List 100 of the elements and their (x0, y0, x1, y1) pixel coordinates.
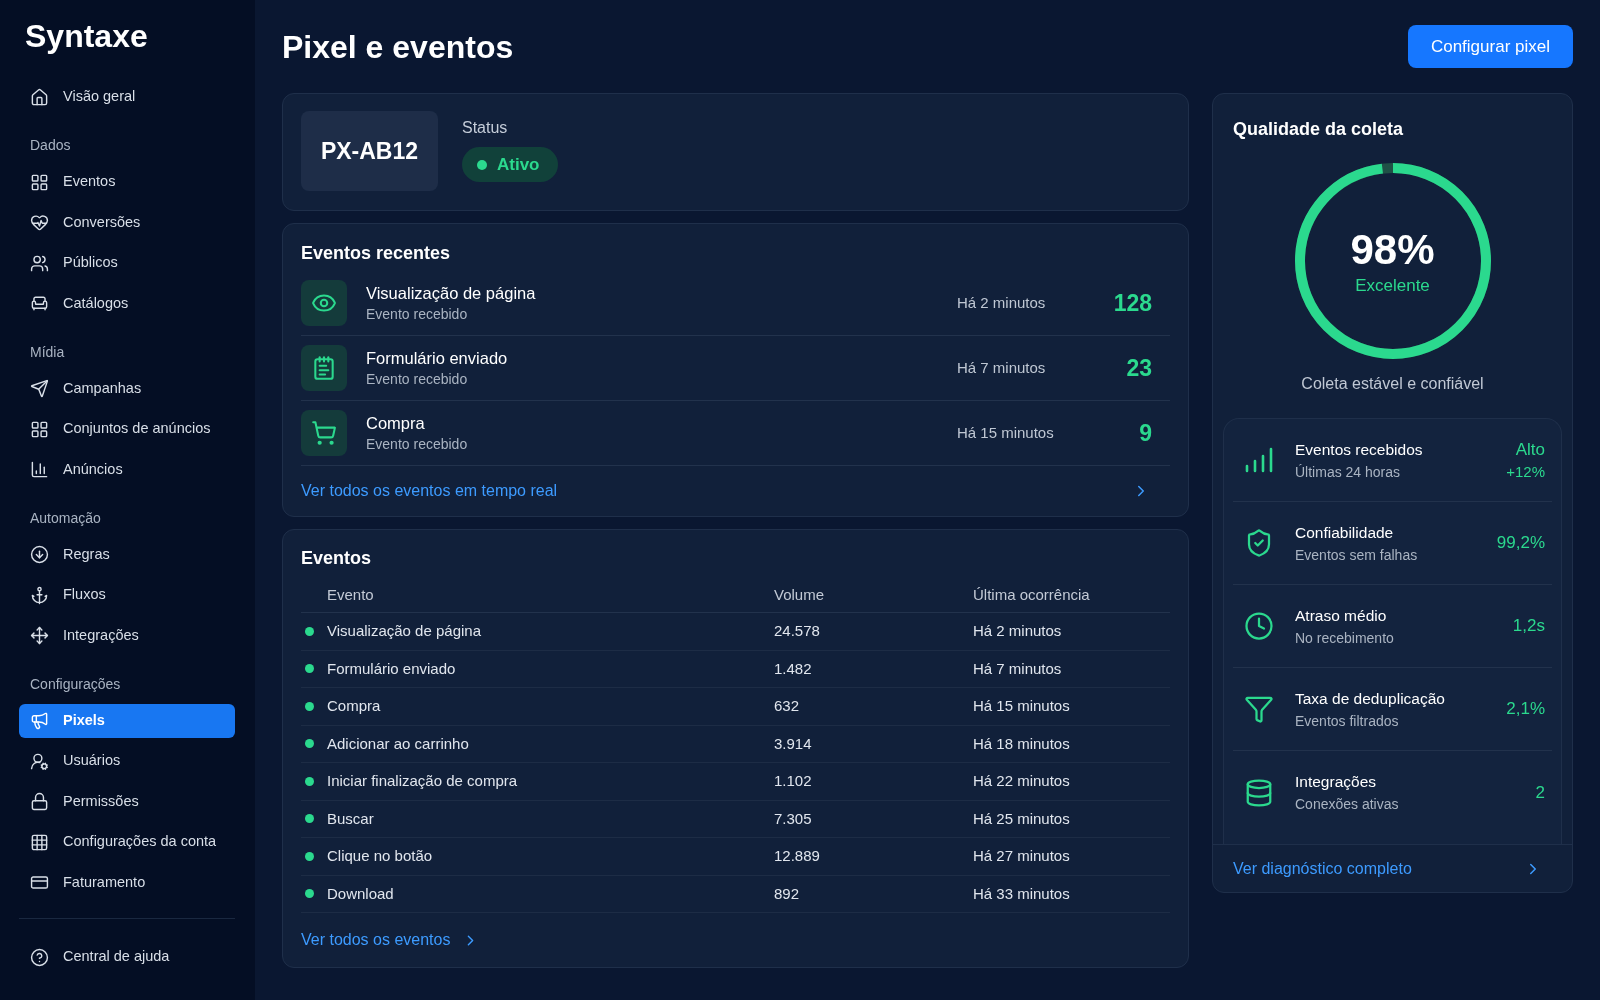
sidebar-item[interactable]: Conjuntos de anúncios (19, 412, 235, 446)
sidebar-item[interactable]: Pixels (19, 703, 235, 738)
metric-title: Integrações (1295, 772, 1377, 792)
metric-value: 1,2s (1512, 615, 1545, 637)
section-heading: Dados (29, 136, 72, 155)
metric-title: Atraso médio (1295, 605, 1388, 626)
sidebar-item[interactable]: Central de ajuda (19, 940, 235, 974)
event-name: Formulário enviado (366, 348, 509, 369)
bar-chart-icon (30, 460, 49, 479)
event-count: 128 (1112, 288, 1152, 318)
metric-subtitle: Conexões ativas (1295, 795, 1400, 814)
table-cell-text: 632 (774, 696, 801, 716)
column-header: Volume (774, 584, 826, 605)
metric-value: Alto (1515, 438, 1545, 461)
notepad-icon (301, 345, 347, 391)
user-gear-icon (30, 751, 49, 771)
table-cell-text: Há 25 minutos (973, 808, 1071, 829)
sidebar-item[interactable]: Campanhas (19, 371, 235, 406)
sidebar-item[interactable]: Configurações da conta (19, 825, 235, 859)
table-cell-text: Download (327, 883, 395, 904)
event-subtitle: Evento recebido (366, 435, 469, 454)
table-cell-text: Há 22 minutos (973, 771, 1071, 791)
column-header: Evento (327, 584, 375, 605)
sidebar-item[interactable]: Usuários (19, 744, 235, 778)
sidebar-item[interactable]: Regras (19, 537, 235, 572)
event-count: 9 (1138, 418, 1152, 448)
table-cell-text: Há 33 minutos (973, 883, 1071, 904)
table-cell-text: Adicionar ao carrinho (327, 733, 470, 754)
cart-icon (301, 410, 347, 456)
table-cell-text: Visualização de página (327, 621, 482, 641)
sidebar-item[interactable]: Anúncios (19, 452, 235, 487)
table-cell-text: Buscar (327, 808, 375, 829)
metric-value: 99,2% (1496, 532, 1545, 554)
event-subtitle: Evento recebido (366, 305, 469, 324)
logo: Syntaxe (24, 17, 149, 56)
metric-title: Confiabilidade (1295, 522, 1395, 543)
clock-icon (1244, 611, 1274, 641)
anchor-icon (30, 585, 49, 605)
table-cell-text: Compra (327, 696, 382, 716)
sidebar-item[interactable]: Catálogos (19, 286, 235, 321)
event-count: 23 (1125, 353, 1152, 383)
column-header: Última ocorrência (973, 584, 1091, 605)
quality-rating: Excelente (1355, 275, 1430, 297)
sidebar-item[interactable]: Fluxos (19, 578, 235, 612)
metric-subtitle: Eventos filtrados (1295, 711, 1400, 731)
users-icon (30, 253, 49, 273)
sidebar-item[interactable]: Eventos (19, 165, 235, 199)
sidebar-item[interactable]: Conversões (19, 205, 235, 240)
armchair-icon (30, 294, 49, 313)
pixel-id: PX-AB12 (301, 111, 438, 191)
event-time: Há 15 minutos (957, 422, 1055, 443)
section-heading: Automação (29, 508, 102, 528)
metric-value: 2 (1535, 781, 1545, 804)
all-events-link[interactable]: Ver todos os eventos (301, 930, 451, 950)
credit-card-icon (30, 873, 49, 892)
sidebar-item[interactable]: Permissões (19, 784, 235, 819)
metric-subtitle: No recebimento (1295, 628, 1395, 648)
event-name: Visualização de página (366, 283, 537, 304)
status-text: Ativo (497, 153, 540, 176)
table-cell-text: Formulário enviado (327, 658, 457, 679)
table-cell-text: 12.889 (774, 846, 821, 866)
table-cell-text: Há 2 minutos (973, 621, 1063, 641)
sidebar-item[interactable]: Integrações (19, 618, 235, 653)
heart-pulse-icon (30, 213, 49, 232)
table-cell-text: 7.305 (774, 808, 813, 829)
metric-change: +12% (1506, 461, 1545, 482)
megaphone-icon (30, 711, 49, 730)
event-subtitle: Evento recebido (366, 370, 469, 389)
paper-plane-icon (30, 379, 49, 398)
lock-icon (30, 792, 49, 811)
metric-value: 2,1% (1506, 698, 1545, 720)
database-icon (1244, 777, 1274, 808)
table-cell-text: 1.102 (774, 771, 813, 791)
signal-bars-icon (1245, 447, 1273, 473)
card-title: Eventos (301, 547, 373, 570)
table-cell-text: Há 7 minutos (973, 658, 1063, 679)
table-cell-text: 24.578 (774, 621, 821, 641)
quality-caption: Coleta estável e confiável (1300, 374, 1485, 394)
metric-title: Eventos recebidos (1295, 439, 1424, 460)
table-cell-text: 3.914 (774, 733, 813, 754)
metric-subtitle: Últimas 24 horas (1295, 462, 1402, 482)
diagnostics-link[interactable]: Ver diagnóstico completo (1233, 856, 1412, 881)
grid-icon (30, 419, 49, 439)
grid-icon (30, 832, 49, 852)
event-time: Há 7 minutos (957, 357, 1047, 378)
realtime-events-link[interactable]: Ver todos os eventos em tempo real (301, 479, 558, 503)
event-name: Compra (366, 413, 426, 434)
table-cell-text: 1.482 (774, 658, 813, 679)
sidebar-item[interactable]: Visão geral (19, 80, 235, 114)
sidebar-item[interactable]: Faturamento (19, 865, 235, 900)
metric-subtitle: Eventos sem falhas (1295, 545, 1419, 565)
help-icon (30, 947, 49, 967)
configure-pixel-button[interactable]: Configurar pixel (1407, 25, 1573, 68)
table-cell-text: Há 27 minutos (973, 846, 1071, 866)
grid-icon (30, 172, 49, 192)
funnel-icon (1244, 694, 1274, 724)
card-title: Qualidade da coleta (1232, 118, 1405, 141)
sidebar-item[interactable]: Públicos (19, 246, 235, 280)
metric-title: Taxa de deduplicação (1295, 688, 1446, 709)
eye-icon (301, 280, 347, 326)
